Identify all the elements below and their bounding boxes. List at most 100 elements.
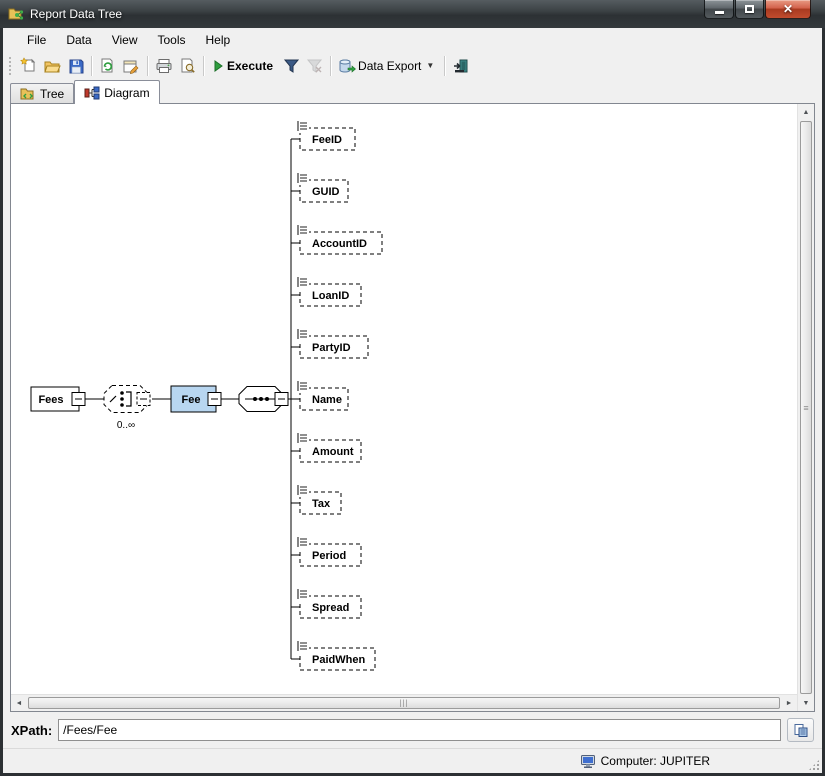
diagram-node-loanid[interactable]: LoanID [291, 276, 361, 306]
diagram-node-period[interactable]: Period [291, 536, 361, 566]
tab-tree[interactable]: Tree [10, 83, 74, 103]
expand-collapse-handle[interactable] [137, 393, 150, 406]
exit-button[interactable] [449, 54, 472, 77]
open-button[interactable] [40, 54, 64, 77]
properties-button[interactable] [119, 54, 143, 77]
app-icon [8, 6, 25, 22]
toolbar-grip[interactable] [9, 57, 13, 75]
data-export-button[interactable]: Data Export ▼ [335, 54, 440, 77]
vertical-scrollbar[interactable]: ▲ ≡ ▼ [797, 104, 814, 711]
element-label: Tax [312, 498, 331, 510]
copy-xpath-button[interactable] [787, 718, 814, 742]
refresh-icon [99, 57, 116, 74]
maximize-button[interactable] [735, 0, 764, 19]
save-button[interactable] [64, 54, 87, 77]
clear-filter-icon [306, 58, 323, 74]
element-icon [297, 120, 309, 133]
tab-diagram[interactable]: Diagram [74, 80, 159, 104]
tab-diagram-label: Diagram [104, 86, 149, 100]
filter-button[interactable] [280, 54, 303, 77]
print-preview-button[interactable] [176, 54, 199, 77]
element-label: AccountID [312, 238, 367, 250]
print-preview-icon [179, 57, 196, 74]
exit-icon [453, 58, 469, 74]
xpath-input[interactable] [58, 719, 781, 741]
element-label: Name [312, 394, 342, 406]
diagram-node-spread[interactable]: Spread [291, 588, 361, 618]
properties-icon [122, 58, 140, 74]
print-button[interactable] [152, 54, 176, 77]
tree-tab-icon [20, 87, 36, 101]
expand-collapse-handle[interactable] [208, 393, 221, 406]
tab-tree-label: Tree [40, 87, 64, 101]
app-window: Report Data Tree ✕ File Data View Tools … [0, 0, 825, 776]
diagram-node-name[interactable]: Name [291, 380, 348, 410]
diagram-node-accountid[interactable]: AccountID [291, 224, 382, 254]
element-label: Spread [312, 602, 349, 614]
menu-tools[interactable]: Tools [148, 29, 196, 51]
minimize-button[interactable] [704, 0, 734, 19]
menu-help[interactable]: Help [196, 29, 241, 51]
scroll-left-button[interactable]: ◄ [11, 695, 27, 711]
refresh-button[interactable] [96, 54, 119, 77]
scroll-down-button[interactable]: ▼ [798, 695, 814, 711]
element-icon [297, 432, 309, 445]
element-icon [297, 380, 309, 393]
xpath-bar: XPath: [3, 712, 822, 748]
data-export-label: Data Export [356, 59, 425, 73]
chevron-down-icon: ▼ [425, 61, 437, 70]
vertical-scrollbar-thumb[interactable]: ≡ [800, 121, 812, 694]
element-label: Amount [312, 446, 354, 458]
resize-grip[interactable] [809, 760, 819, 770]
diagram-node-paidwhen[interactable]: PaidWhen [291, 640, 375, 670]
execute-button[interactable]: Execute [208, 54, 280, 77]
horizontal-scrollbar-thumb[interactable]: ||| [28, 697, 780, 709]
computer-icon [580, 754, 596, 769]
diagram-node-record[interactable]: Fee [171, 386, 221, 412]
window-controls: ✕ [703, 0, 811, 19]
close-button[interactable]: ✕ [765, 0, 811, 19]
element-icon [297, 276, 309, 289]
expand-collapse-handle[interactable] [275, 393, 288, 406]
diagram-node-feeid[interactable]: FeeID [291, 120, 355, 150]
execute-label: Execute [225, 59, 277, 73]
menu-file[interactable]: File [17, 29, 56, 51]
save-icon [68, 58, 84, 74]
element-label: GUID [312, 186, 340, 198]
element-icon [297, 224, 309, 237]
play-icon [211, 59, 225, 73]
menu-view[interactable]: View [102, 29, 148, 51]
diagram-compositor-sequence[interactable] [239, 387, 288, 412]
element-label: FeeID [312, 134, 342, 146]
diagram-compositor-occurrence[interactable]: 0..∞ [104, 386, 150, 432]
diagram-node-guid[interactable]: GUID [291, 172, 348, 202]
statusbar: Computer: JUPITER [3, 748, 822, 773]
diagram-tab-icon [84, 86, 100, 100]
diagram-node-tax[interactable]: Tax [291, 484, 341, 514]
data-export-icon [338, 58, 356, 74]
computer-status-label: Computer: JUPITER [601, 754, 710, 768]
scroll-right-button[interactable]: ► [781, 695, 797, 711]
xpath-label: XPath: [11, 723, 52, 738]
titlebar: Report Data Tree ✕ [0, 0, 825, 28]
horizontal-scrollbar[interactable]: ◄ ||| ► [11, 694, 797, 711]
maximize-icon [745, 5, 754, 13]
toolbar-separator [330, 56, 331, 76]
diagram-canvas[interactable]: Fees 0..∞ Fee FeeID GUID AccountID LoanID Party… [11, 104, 797, 694]
filter-icon [283, 58, 300, 74]
expand-collapse-handle[interactable] [72, 393, 85, 406]
clear-filter-button[interactable] [303, 54, 326, 77]
tabstrip: Tree Diagram [3, 79, 822, 103]
scroll-up-button[interactable]: ▲ [798, 104, 814, 120]
menu-data[interactable]: Data [56, 29, 101, 51]
toolbar-separator [91, 56, 92, 76]
occurrence-label: 0..∞ [117, 420, 135, 431]
element-label: LoanID [312, 290, 349, 302]
element-icon [297, 484, 309, 497]
element-label: PaidWhen [312, 654, 365, 666]
element-icon [297, 640, 309, 653]
diagram-node-amount[interactable]: Amount [291, 432, 361, 462]
diagram-node-partyid[interactable]: PartyID [291, 328, 368, 358]
new-button[interactable] [17, 54, 40, 77]
diagram-node-root[interactable]: Fees [31, 387, 85, 411]
